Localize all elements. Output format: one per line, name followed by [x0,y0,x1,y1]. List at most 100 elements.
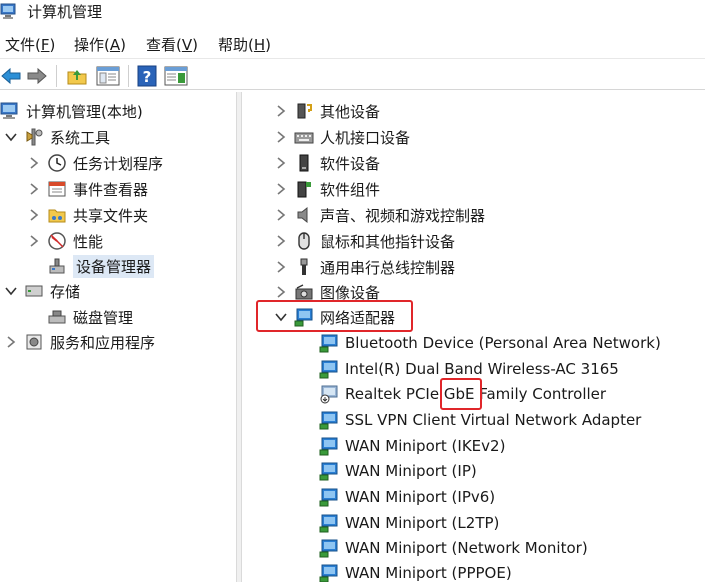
adapter-label: WAN Miniport (L2TP) [345,514,500,532]
adapter-label: SSL VPN Client Virtual Network Adapter [345,411,642,429]
highlight-gbe [440,378,482,410]
device-category[interactable]: 其他设备 [274,99,380,123]
menu-action[interactable]: 操作(A) [74,34,126,55]
shared-folder-icon [48,209,66,223]
network-adapter-item[interactable]: WAN Miniport (IKEv2) [319,434,505,458]
forward-arrow-icon[interactable] [26,65,48,87]
mouse-icon [298,232,310,250]
chevron-right-icon[interactable] [27,182,41,196]
device-category[interactable]: 软件组件 [274,177,380,201]
network-adapter-icon [319,488,338,507]
device-manager-icon [49,258,65,274]
clock-icon [48,154,66,172]
chevron-right-icon[interactable] [274,285,288,299]
chevron-right-icon[interactable] [27,156,41,170]
software-component-icon [297,181,311,198]
category-label: 软件组件 [320,180,381,199]
network-adapter-item[interactable]: WAN Miniport (IP) [319,459,477,483]
menu-help[interactable]: 帮助(H) [218,34,271,55]
device-category[interactable]: 软件设备 [274,151,380,175]
show-hide-tree-icon[interactable] [96,65,120,87]
adapter-label: WAN Miniport (PPPOE) [345,564,512,582]
category-label: 人机接口设备 [320,128,411,147]
menu-view[interactable]: 查看(V) [146,34,198,55]
network-adapter-item[interactable]: WAN Miniport (Network Monitor) [319,536,588,560]
tree-label: 磁盘管理 [73,308,134,327]
tree-label: 系统工具 [50,128,111,147]
network-adapter-icon [319,462,338,481]
action-pane-icon[interactable] [164,65,188,87]
network-adapter-icon [319,564,338,582]
storage-icon [25,285,43,297]
device-list: 其他设备 人机接口设备 软件设备 软件组件 声音、视频和游戏控制器 鼠标和其他指… [242,92,705,582]
up-folder-icon[interactable] [66,65,88,87]
network-adapter-icon [319,334,338,353]
category-label: 通用串行总线控制器 [320,258,456,277]
window-title: 计算机管理 [27,3,103,21]
chevron-right-icon[interactable] [274,156,288,170]
tree-item-system-tools[interactable]: 系统工具 [4,125,110,149]
highlight-network-adapters [256,300,413,332]
back-arrow-icon[interactable] [0,65,22,87]
tree-root[interactable]: 计算机管理(本地) [0,99,143,123]
tools-icon [26,128,43,146]
disk-icon [48,310,66,324]
network-adapter-item[interactable]: SSL VPN Client Virtual Network Adapter [319,408,641,432]
tree-item-performance[interactable]: 性能 [27,229,103,253]
tree-item-shared-folders[interactable]: 共享文件夹 [27,203,148,227]
tree-item-disk-management[interactable]: 磁盘管理 [47,305,133,329]
toolbar-separator [56,65,57,87]
tree-item-services-apps[interactable]: 服务和应用程序 [4,330,155,354]
network-adapter-icon [319,539,338,558]
title-bar: 计算机管理 [0,0,705,28]
network-adapter-icon [319,360,338,379]
device-category[interactable]: 声音、视频和游戏控制器 [274,203,485,227]
chevron-right-icon[interactable] [274,130,288,144]
software-device-icon [299,154,309,172]
camera-icon [295,284,313,300]
disabled-network-adapter-icon [320,385,338,404]
tree-item-event-viewer[interactable]: 事件查看器 [27,177,148,201]
computer-management-icon [0,3,16,19]
chevron-right-icon[interactable] [274,208,288,222]
network-adapter-item[interactable]: Bluetooth Device (Personal Area Network) [319,331,661,355]
help-icon[interactable]: ? [137,65,157,87]
device-category[interactable]: 鼠标和其他指针设备 [274,229,455,253]
tree-label: 事件查看器 [73,180,149,199]
tree-label: 存储 [50,282,81,301]
category-label: 其他设备 [320,102,381,121]
chevron-right-icon[interactable] [27,208,41,222]
adapter-label: Intel(R) Dual Band Wireless-AC 3165 [345,360,619,378]
chevron-right-icon[interactable] [27,234,41,248]
tree-item-task-scheduler[interactable]: 任务计划程序 [27,151,163,175]
tree-label: 任务计划程序 [73,154,164,173]
adapter-label: WAN Miniport (IP) [345,462,477,480]
usb-icon [300,258,308,275]
category-label: 软件设备 [320,154,381,173]
toolbar-separator [128,65,129,87]
tree-item-device-manager[interactable]: 设备管理器 [47,254,155,278]
chevron-down-icon[interactable] [4,284,18,298]
network-adapter-item[interactable]: WAN Miniport (PPPOE) [319,561,512,582]
menu-file[interactable]: 文件(F) [5,34,55,55]
tree-label: 性能 [73,232,104,251]
chevron-right-icon[interactable] [274,104,288,118]
chevron-right-icon[interactable] [274,260,288,274]
svg-text:?: ? [143,68,152,86]
device-category[interactable]: 人机接口设备 [274,125,410,149]
device-category[interactable]: 通用串行总线控制器 [274,255,455,279]
chevron-down-icon[interactable] [4,130,18,144]
chevron-right-icon[interactable] [4,335,18,349]
network-adapter-item[interactable]: WAN Miniport (IPv6) [319,485,495,509]
chevron-right-icon[interactable] [274,182,288,196]
network-adapter-item[interactable]: WAN Miniport (L2TP) [319,511,499,535]
category-label: 鼠标和其他指针设备 [320,232,456,251]
computer-management-icon [0,102,18,119]
toolbar: ? [0,58,705,90]
network-adapter-icon [319,514,338,533]
tree-item-storage[interactable]: 存储 [4,279,80,303]
adapter-label: Bluetooth Device (Personal Area Network) [345,334,661,352]
network-adapter-icon [319,411,338,430]
menu-bar: 文件(F) 操作(A) 查看(V) 帮助(H) [0,32,705,56]
chevron-right-icon[interactable] [274,234,288,248]
